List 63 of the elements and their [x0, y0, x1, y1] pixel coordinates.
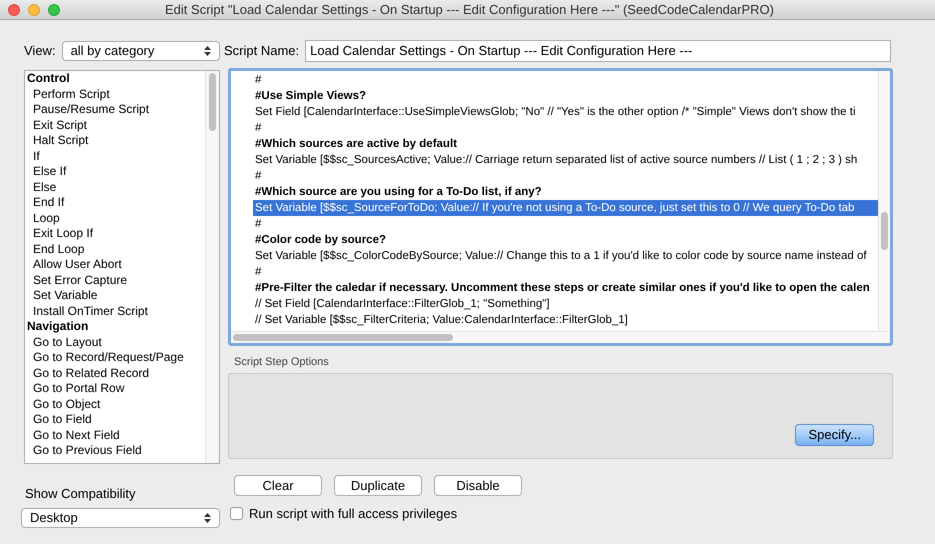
action-button[interactable]: Clear — [234, 474, 322, 496]
view-label: View: — [24, 42, 56, 60]
scrollbar-thumb[interactable] — [233, 334, 453, 341]
step-item[interactable]: Loop — [27, 210, 205, 226]
step-item[interactable]: Allow User Abort — [27, 257, 205, 272]
minimize-icon[interactable] — [28, 4, 40, 16]
comment-heading[interactable]: #Which sources are active by default — [253, 136, 878, 152]
script-name-field[interactable]: Load Calendar Settings - On Startup --- Edit Configuration Here --- — [305, 40, 891, 62]
step-item[interactable]: Install OnTimer Script — [27, 304, 205, 319]
comment-line[interactable]: # — [253, 216, 878, 232]
step-item[interactable]: Go to Record/Request/Page — [27, 350, 205, 366]
script-step[interactable]: Set Variable [$$sc_SourcesActive; Value:// Carriage return separated list of active source numbers // List ( 1 ; 2 ; 3 ) sh — [253, 152, 878, 168]
step-item[interactable]: End Loop — [27, 242, 205, 257]
step-item[interactable]: Exit Script — [27, 118, 205, 133]
full-access-label: Run script with full access privileges — [249, 504, 458, 523]
scrollbar-thumb[interactable] — [881, 212, 888, 250]
step-item[interactable]: Halt Script — [27, 133, 205, 148]
category-header: Control — [27, 71, 71, 86]
comment-line[interactable]: # — [253, 264, 878, 280]
full-access-checkbox[interactable] — [230, 506, 243, 520]
comment-heading[interactable]: #Color code by source? — [253, 232, 878, 248]
view-dropdown[interactable]: all by category — [62, 41, 220, 61]
compatibility-label: Show Compatibility — [24, 485, 137, 503]
step-item[interactable]: Pause/Resume Script — [27, 102, 205, 118]
updown-arrows-icon — [204, 512, 211, 522]
comment-heading[interactable]: #Pre-Filter the caledar if necessary. Uncomment these steps or create similar ones if you'd like to open the calen — [253, 280, 878, 296]
step-item[interactable]: Go to Portal Row — [27, 381, 205, 396]
step-item[interactable]: Set Error Capture — [27, 272, 205, 288]
action-button[interactable]: Duplicate — [334, 474, 422, 496]
script-step[interactable]: Set Variable [$$sc_SourceForToDo; Value:// If you're not using a To-Do source, just set this to 0 // We query To-Do tab — [253, 200, 878, 216]
close-icon[interactable] — [8, 4, 20, 16]
step-item[interactable]: If — [27, 148, 205, 164]
step-options-title: Script Step Options — [233, 355, 330, 370]
step-item[interactable]: Else — [27, 180, 205, 195]
step-item[interactable]: Perform Script — [27, 86, 205, 102]
comment-heading[interactable]: #Which source are you using for a To-Do list, if any? — [253, 184, 878, 200]
script-step[interactable]: // Set Variable [$$sc_FilterCriteria; Value:CalendarInterface::FilterGlob_1] — [253, 312, 878, 328]
script-step[interactable]: Set Variable [$$sc_ColorCodeBySource; Value:// Change this to a 1 if you'd like to color code by source name instead of — [253, 248, 878, 264]
comment-heading[interactable]: #Use Simple Views? — [253, 88, 878, 104]
window-title: Edit Script "Load Calendar Settings - On Startup --- Edit Configuration Here ---" (SeedCodeCalendarPRO) — [164, 0, 775, 19]
script-name-label: Script Name: — [224, 42, 300, 60]
compatibility-dropdown[interactable]: Desktop — [21, 508, 220, 528]
step-item[interactable]: Go to Next Field — [27, 428, 205, 443]
scrollbar-thumb[interactable] — [209, 73, 216, 131]
updown-arrows-icon — [204, 46, 211, 56]
zoom-icon[interactable] — [48, 4, 60, 16]
comment-line[interactable]: # — [253, 72, 878, 88]
script-step[interactable]: // Set Field [CalendarInterface::FilterGlob_1; "Something"] — [253, 296, 878, 312]
comment-line[interactable]: # — [253, 120, 878, 136]
step-item[interactable]: End If — [27, 195, 205, 210]
script-step[interactable]: Set Field [CalendarInterface::UseSimpleViewsGlob; "No" // "Yes" is the other option /* "Simple" Views don't show the ti — [253, 104, 878, 120]
category-header: Navigation — [27, 319, 90, 334]
action-button[interactable]: Disable — [434, 474, 522, 496]
specify-button[interactable]: Specify... — [795, 424, 874, 446]
step-item[interactable]: Else If — [27, 164, 205, 180]
step-item[interactable]: Go to Object — [27, 396, 205, 412]
step-item[interactable]: Go to Previous Field — [27, 443, 205, 458]
step-item[interactable]: Exit Loop If — [27, 226, 205, 242]
comment-line[interactable]: # — [253, 168, 878, 184]
step-item[interactable]: Go to Layout — [27, 334, 205, 350]
step-item[interactable]: Set Variable — [27, 288, 205, 304]
step-item[interactable]: Go to Related Record — [27, 366, 205, 381]
step-item[interactable]: Go to Field — [27, 412, 205, 428]
